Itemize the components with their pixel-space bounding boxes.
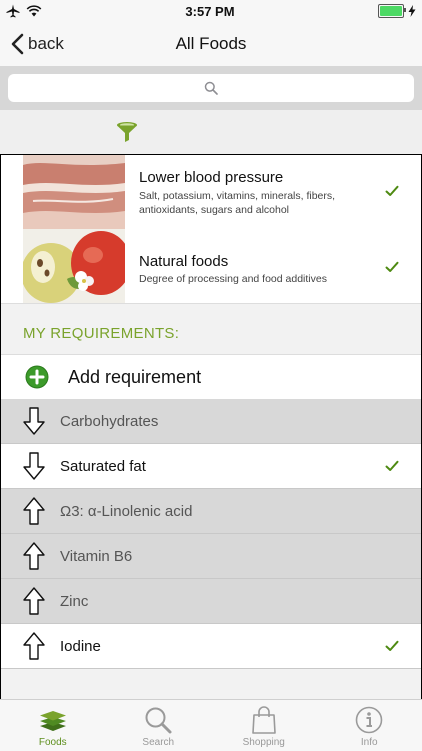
requirement-row-iodine[interactable]: Iodine [1,624,421,669]
requirement-label: Carbohydrates [60,413,158,430]
arrow-down-icon [23,452,45,480]
arrow-up-icon [23,497,45,525]
arrow-up-icon [23,587,45,615]
checkmark-icon [385,185,399,197]
requirement-label: Iodine [60,638,101,655]
status-left [0,4,42,18]
battery-icon [378,4,404,18]
requirement-row-zinc[interactable]: Zinc [1,579,421,624]
status-bar: 3:57 PM [0,0,422,22]
wifi-icon [26,5,42,17]
filter-bar [0,110,422,154]
airplane-icon [6,4,20,18]
criterion-title: Lower blood pressure [139,169,283,186]
requirement-row-saturated-fat[interactable]: Saturated fat [1,444,421,489]
criterion-row-natural-foods[interactable]: Natural foods Degree of processing and f… [1,229,421,304]
navigation-bar: back All Foods [0,22,422,67]
add-requirement-button[interactable]: Add requirement [1,354,421,400]
requirements-header-label: MY REQUIREMENTS: [23,325,179,342]
requirement-label: Saturated fat [60,458,146,475]
tab-label: Foods [0,737,106,748]
tab-foods[interactable]: Foods [0,700,106,751]
tab-search[interactable]: Search [106,700,212,751]
filter-funnel-icon[interactable] [115,120,139,144]
back-button[interactable]: back [10,22,64,66]
criterion-subtitle: Salt, potassium, vitamins, minerals, fib… [139,189,369,217]
arrow-up-icon [23,542,45,570]
tab-info[interactable]: Info [317,700,422,751]
requirement-row-carbohydrates[interactable]: Carbohydrates [1,399,421,444]
add-requirement-label: Add requirement [68,367,201,388]
requirement-label: Ω3: α-Linolenic acid [60,503,192,520]
tab-bar: Foods Search Shopping Info [0,699,422,751]
criterion-row-blood-pressure[interactable]: Lower blood pressure Salt, potassium, vi… [1,155,421,230]
search-bar-container [0,66,422,110]
checkmark-icon [385,261,399,273]
tab-shopping[interactable]: Shopping [211,700,317,751]
requirements-section-header: MY REQUIREMENTS: [1,307,421,353]
info-icon [354,705,384,735]
add-circle-icon [25,365,49,389]
status-right [378,4,422,18]
shopping-bag-icon [249,705,279,735]
tab-label: Info [317,737,422,748]
requirement-label: Vitamin B6 [60,548,132,565]
layers-icon [38,705,68,735]
magnifier-icon [143,705,173,735]
checkmark-icon [385,640,399,652]
chevron-left-icon [10,33,24,55]
search-icon [204,81,218,95]
tab-label: Search [106,737,212,748]
charging-bolt-icon [408,5,416,17]
criteria-list: Lower blood pressure Salt, potassium, vi… [0,154,422,700]
requirement-row-vitamin-b6[interactable]: Vitamin B6 [1,534,421,579]
arrow-up-icon [23,632,45,660]
requirement-label: Zinc [60,593,88,610]
status-time: 3:57 PM [185,4,234,19]
criterion-title: Natural foods [139,253,228,270]
arrow-down-icon [23,407,45,435]
checkmark-icon [385,460,399,472]
search-input[interactable] [8,74,414,102]
meat-slice-image [23,155,125,229]
back-label: back [28,34,64,54]
apple-image [23,229,125,303]
criterion-subtitle: Degree of processing and food additives [139,272,369,286]
requirement-row-alpha-linolenic-acid[interactable]: Ω3: α-Linolenic acid [1,489,421,534]
tab-label: Shopping [211,737,317,748]
